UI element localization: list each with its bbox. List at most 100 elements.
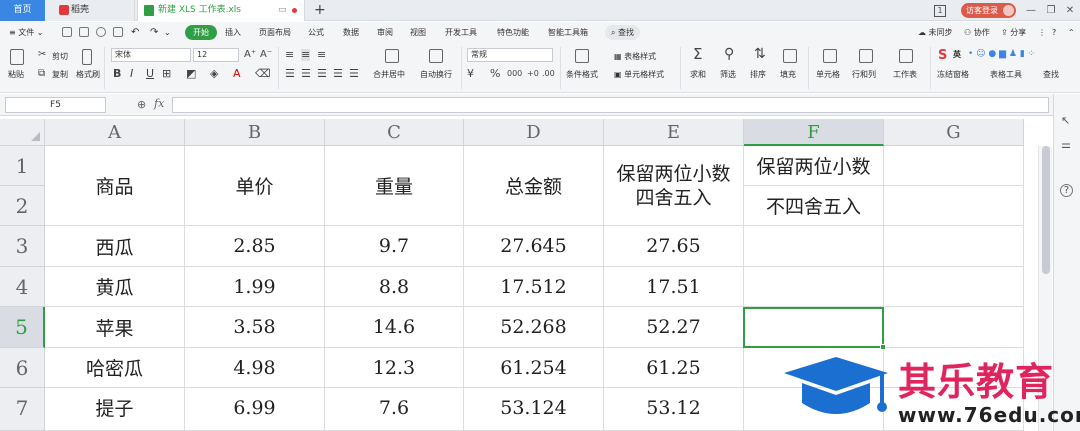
active-cell-selection[interactable] bbox=[743, 307, 886, 350]
tab-wps-docer[interactable]: 稻壳 bbox=[45, 0, 135, 21]
cell-c3[interactable]: 9.7 bbox=[325, 226, 464, 267]
window-pin-icon[interactable]: ▭ bbox=[278, 0, 287, 21]
cursor-select-icon[interactable]: ↖ bbox=[1061, 114, 1070, 127]
cell-a3[interactable]: 西瓜 bbox=[45, 226, 185, 267]
select-all-corner[interactable] bbox=[0, 119, 45, 146]
worksheet-icon[interactable] bbox=[899, 49, 913, 63]
menu-view[interactable]: 视图 bbox=[410, 25, 426, 40]
align-center-icon[interactable]: ☰ bbox=[301, 68, 311, 80]
cell-b5[interactable]: 3.58 bbox=[185, 307, 325, 348]
cell-e7[interactable]: 53.12 bbox=[604, 388, 744, 431]
bold-icon[interactable]: B bbox=[113, 68, 121, 80]
cell-e4[interactable]: 17.51 bbox=[604, 267, 744, 307]
sort-icon[interactable]: ⇅ bbox=[754, 47, 766, 61]
collaborate-button[interactable]: ⚇ 协作 bbox=[964, 25, 990, 40]
column-header-c[interactable]: C bbox=[325, 119, 464, 146]
border-icon[interactable]: ⊞ bbox=[162, 68, 171, 80]
cell-c7[interactable]: 7.6 bbox=[325, 388, 464, 431]
cell-c1-merged[interactable]: 重量 bbox=[325, 146, 464, 226]
cell-b4[interactable]: 1.99 bbox=[185, 267, 325, 307]
font-color-icon[interactable]: A bbox=[233, 68, 241, 80]
cell-g5[interactable] bbox=[884, 307, 1024, 348]
font-size-select[interactable]: 12 bbox=[193, 48, 239, 62]
tab-home[interactable]: 首页 bbox=[0, 0, 45, 21]
column-header-b[interactable]: B bbox=[185, 119, 325, 146]
conditional-format-button[interactable]: 条件格式 bbox=[566, 69, 598, 80]
row-header-3[interactable]: 3 bbox=[0, 226, 45, 267]
conditional-format-icon[interactable] bbox=[575, 49, 589, 63]
ime-language[interactable]: 英 bbox=[953, 49, 961, 60]
thousands-icon[interactable]: 000 bbox=[507, 68, 522, 80]
ime-logo-icon[interactable]: S bbox=[938, 48, 947, 63]
undo-icon[interactable]: ↶ bbox=[131, 25, 139, 40]
cell-b1-merged[interactable]: 单价 bbox=[185, 146, 325, 226]
fill-color-icon[interactable]: ◩ bbox=[186, 68, 196, 80]
cells-button[interactable]: 单元格 bbox=[816, 69, 840, 80]
cell-b6[interactable]: 4.98 bbox=[185, 348, 325, 388]
font-name-select[interactable]: 宋体 bbox=[111, 48, 191, 62]
justify-icon[interactable]: ☰ bbox=[333, 68, 343, 80]
cell-c4[interactable]: 8.8 bbox=[325, 267, 464, 307]
menu-start[interactable]: 开始 bbox=[185, 25, 217, 40]
row-header-4[interactable]: 4 bbox=[0, 267, 45, 307]
scrollbar-thumb[interactable] bbox=[1042, 146, 1050, 274]
column-header-g[interactable]: G bbox=[884, 119, 1024, 146]
increase-decimal-icon[interactable]: +0 bbox=[527, 68, 539, 80]
clear-format-icon[interactable]: ⌫ bbox=[255, 68, 271, 80]
cell-d7[interactable]: 53.124 bbox=[464, 388, 604, 431]
cell-e6[interactable]: 61.25 bbox=[604, 348, 744, 388]
align-bottom-icon[interactable]: ≡ bbox=[317, 49, 326, 61]
redo-icon[interactable]: ↷ bbox=[150, 25, 158, 40]
align-top-icon[interactable]: ≡ bbox=[285, 49, 294, 61]
menu-smart-toolbox[interactable]: 智能工具箱 bbox=[548, 25, 588, 40]
print-preview-icon[interactable] bbox=[113, 27, 123, 37]
fill-icon[interactable] bbox=[783, 49, 797, 63]
row-header-7[interactable]: 7 bbox=[0, 388, 45, 431]
cell-c6[interactable]: 12.3 bbox=[325, 348, 464, 388]
filter-button[interactable]: 筛选 bbox=[720, 69, 736, 80]
cell-a5[interactable]: 苹果 bbox=[45, 307, 185, 348]
more-options-icon[interactable]: ⋮ bbox=[1038, 25, 1046, 40]
rows-cols-button[interactable]: 行和列 bbox=[852, 69, 876, 80]
increase-font-icon[interactable]: A⁺ bbox=[244, 49, 256, 61]
menu-developer[interactable]: 开发工具 bbox=[445, 25, 477, 40]
cell-f2[interactable]: 不四舍五入 bbox=[744, 186, 884, 226]
paste-button[interactable]: 粘贴 bbox=[8, 69, 24, 80]
menu-insert[interactable]: 插入 bbox=[225, 25, 241, 40]
tab-document[interactable]: 新建 XLS 工作表.xls ▭ bbox=[137, 0, 305, 21]
fill-handle[interactable] bbox=[880, 344, 886, 350]
formula-input[interactable] bbox=[172, 97, 1049, 113]
sort-button[interactable]: 排序 bbox=[750, 69, 766, 80]
cell-g1[interactable] bbox=[884, 146, 1024, 186]
cell-d6[interactable]: 61.254 bbox=[464, 348, 604, 388]
quick-access-chevron-icon[interactable]: ⌄ bbox=[164, 25, 171, 40]
sum-icon[interactable]: Σ bbox=[693, 47, 702, 62]
menu-page-layout[interactable]: 页面布局 bbox=[259, 25, 291, 40]
column-header-a[interactable]: A bbox=[45, 119, 185, 146]
cell-e1-merged[interactable]: 保留两位小数 四舍五入 bbox=[604, 146, 744, 226]
cell-d5[interactable]: 52.268 bbox=[464, 307, 604, 348]
fx-icon[interactable]: fx bbox=[154, 97, 164, 110]
align-middle-icon[interactable]: ≡ bbox=[301, 49, 311, 61]
cell-b3[interactable]: 2.85 bbox=[185, 226, 325, 267]
column-header-f[interactable]: F bbox=[744, 119, 884, 146]
print-icon[interactable] bbox=[96, 27, 106, 37]
cell-a7[interactable]: 提子 bbox=[45, 388, 185, 431]
cell-d4[interactable]: 17.512 bbox=[464, 267, 604, 307]
cell-d3[interactable]: 27.645 bbox=[464, 226, 604, 267]
number-format-select[interactable]: 常规 bbox=[467, 48, 553, 62]
help-icon[interactable]: ? bbox=[1052, 25, 1056, 40]
percent-icon[interactable]: % bbox=[490, 68, 500, 80]
align-right-icon[interactable]: ☰ bbox=[317, 68, 327, 80]
page-count-badge[interactable]: 1 bbox=[932, 0, 948, 21]
row-header-1[interactable]: 1 bbox=[0, 146, 45, 186]
cell-g4[interactable] bbox=[884, 267, 1024, 307]
cell-f1[interactable]: 保留两位小数 bbox=[744, 146, 884, 186]
distributed-icon[interactable]: ☰ bbox=[349, 68, 359, 80]
export-pdf-icon[interactable] bbox=[79, 27, 89, 37]
cell-e3[interactable]: 27.65 bbox=[604, 226, 744, 267]
decrease-decimal-icon[interactable]: .00 bbox=[542, 68, 555, 80]
column-header-e[interactable]: E bbox=[604, 119, 744, 146]
auto-wrap-icon[interactable] bbox=[429, 49, 443, 63]
menu-review[interactable]: 审阅 bbox=[377, 25, 393, 40]
